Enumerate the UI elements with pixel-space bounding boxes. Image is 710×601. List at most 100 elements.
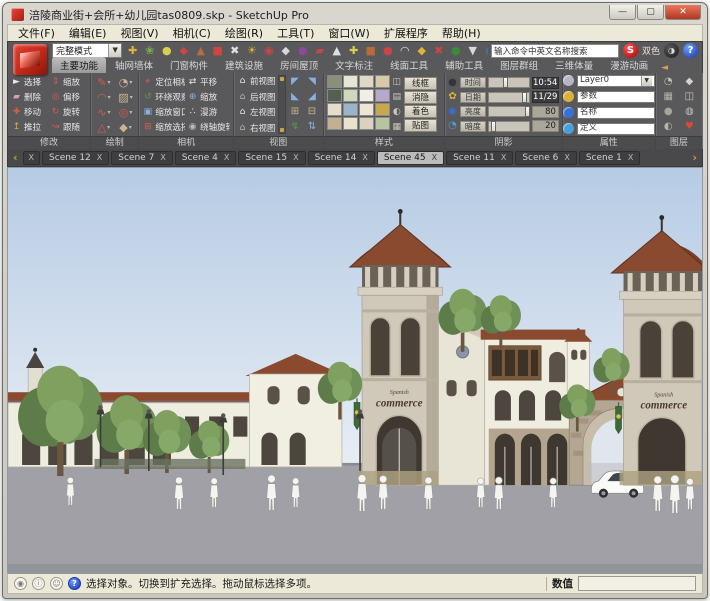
polygon-tool[interactable]: △▾ <box>94 120 114 134</box>
style-thumb[interactable] <box>375 117 390 130</box>
name-field[interactable]: 名称 <box>577 107 655 119</box>
iso-view-icon[interactable]: ◤ <box>288 75 303 89</box>
back-view-button[interactable]: ⌂后视图 <box>237 91 276 103</box>
maximize-button[interactable]: ▢ <box>637 5 664 20</box>
menu-draw[interactable]: 绘图(R) <box>219 24 269 42</box>
edges-icon[interactable]: ▤ <box>393 91 402 103</box>
close-icon[interactable]: X <box>564 153 569 162</box>
menu-file[interactable]: 文件(F) <box>12 24 61 42</box>
globe-icon[interactable]: ◉ <box>448 105 457 119</box>
rotate-tool[interactable]: ↻旋转 <box>50 105 87 119</box>
walk-tool[interactable]: ∴漫游 <box>187 105 230 119</box>
ribbon-tab-building-facilities[interactable]: 建筑设施 <box>217 57 271 73</box>
quick-icon[interactable]: ◆ <box>414 43 429 58</box>
style-thumb[interactable] <box>343 75 358 88</box>
menu-extensions[interactable]: 扩展程序 <box>378 24 434 42</box>
style-thumb[interactable] <box>375 89 390 102</box>
tab-overflow-icon[interactable]: ◄ <box>657 63 672 73</box>
slider-handle[interactable] <box>491 121 496 132</box>
close-icon[interactable]: X <box>29 153 34 162</box>
layer-tool-icon[interactable]: ▦ <box>659 90 678 104</box>
ribbon-tab-layers-groups[interactable]: 图层群组 <box>492 57 546 73</box>
select-tool[interactable]: ►选择 <box>11 75 48 89</box>
measurements-input[interactable] <box>578 576 696 591</box>
layer-tool-icon[interactable]: ◐ <box>659 120 678 134</box>
menu-edit[interactable]: 编辑(E) <box>63 24 113 42</box>
scene-tab[interactable]: Scene 14X <box>308 151 375 165</box>
scene-tab[interactable]: Scene 6X <box>515 151 577 165</box>
menu-tools[interactable]: 工具(T) <box>271 24 320 42</box>
command-search-input[interactable] <box>491 44 619 58</box>
close-icon[interactable]: X <box>501 153 506 162</box>
view-strip[interactable] <box>278 75 286 134</box>
section-icon[interactable]: ◫ <box>393 76 402 88</box>
help-icon[interactable]: ? <box>68 577 81 590</box>
title-bar[interactable]: 涪陵商业街+会所+幼儿园tas0809.skp - SketchUp Pro —… <box>7 3 703 24</box>
quick-icon[interactable]: ◆ <box>176 43 191 58</box>
ribbon-tab-grid-walls[interactable]: 轴网墙体 <box>107 57 161 73</box>
menu-help[interactable]: 帮助(H) <box>436 24 487 42</box>
minimize-button[interactable]: — <box>609 5 636 20</box>
followme-tool[interactable]: ↝跟随 <box>50 120 87 134</box>
left-view-button[interactable]: ⌂左视图 <box>237 106 276 118</box>
layer-tool-icon[interactable]: ◍ <box>680 105 699 119</box>
front-view-button[interactable]: ⌂前视图 <box>237 75 276 87</box>
iso-view-icon[interactable]: ◢ <box>305 90 320 104</box>
style-thumb[interactable] <box>327 103 342 116</box>
quick-icon[interactable]: ▲ <box>193 43 208 58</box>
ribbon-tab-helper-tools[interactable]: 辅助工具 <box>437 57 491 73</box>
style-thumb[interactable] <box>327 89 342 102</box>
quick-icon[interactable]: ■ <box>210 43 225 58</box>
quick-icon[interactable]: ✖ <box>431 43 446 58</box>
quick-icon[interactable]: ✚ <box>346 43 361 58</box>
ribbon-tab-doors-windows[interactable]: 门窗构件 <box>162 57 216 73</box>
sun-icon[interactable]: ✿ <box>448 90 457 104</box>
style-thumb[interactable] <box>359 117 374 130</box>
scene-tab-active[interactable]: Scene 45X <box>377 151 444 165</box>
quick-icon[interactable]: ■ <box>363 43 378 58</box>
ribbon-tab-walkthrough[interactable]: 漫游动画 <box>602 57 656 73</box>
shape-tool[interactable]: ◔▾ <box>116 75 136 89</box>
hatch-tool[interactable]: ▨▾ <box>116 90 136 104</box>
wireframe-button[interactable]: 线框 <box>404 77 437 90</box>
close-icon[interactable]: X <box>224 153 229 162</box>
shadow-toggle-icon[interactable]: ● <box>448 76 457 90</box>
arc-tool[interactable]: ◠▾ <box>94 90 114 104</box>
iso-view-icon[interactable]: ◣ <box>288 90 303 104</box>
move-tool[interactable]: ✚移动 <box>11 105 48 119</box>
sector-tool[interactable]: ◆▾ <box>116 120 136 134</box>
scene-tab[interactable]: Scene 11X <box>446 151 513 165</box>
quick-icon[interactable]: ❀ <box>142 43 157 58</box>
zoom-window-tool[interactable]: ▣缩放窗口 <box>142 105 185 119</box>
pushpull-tool[interactable]: ↥推拉 <box>11 120 48 134</box>
close-icon[interactable]: X <box>293 153 298 162</box>
slider-handle[interactable] <box>503 77 508 88</box>
style-thumb[interactable] <box>375 75 390 88</box>
style-thumb[interactable] <box>375 103 390 116</box>
layer-tool-icon[interactable]: ● <box>659 105 678 119</box>
scene-scroll-right-icon[interactable]: › <box>689 151 700 164</box>
layer-tool-icon[interactable]: ◔ <box>659 75 678 89</box>
chevron-down-icon[interactable]: ▼ <box>641 76 652 86</box>
scene-tab[interactable]: Scene 12X <box>42 151 109 165</box>
ribbon-tab-text-annotation[interactable]: 文字标注 <box>327 57 381 73</box>
offset-tool[interactable]: ◎偏移 <box>50 90 87 104</box>
parameter-field[interactable]: 参数 <box>577 91 655 103</box>
scene-tab[interactable]: Scene 1X <box>579 151 641 165</box>
credits-icon[interactable]: ⓘ <box>32 577 45 590</box>
ribbon-tab-rooms-roof[interactable]: 房间屋顶 <box>272 57 326 73</box>
close-icon[interactable]: X <box>97 153 102 162</box>
quick-icon[interactable]: ✚ <box>125 43 140 58</box>
style-thumb[interactable] <box>343 117 358 130</box>
scene-scroll-left-icon[interactable]: ‹ <box>10 151 21 164</box>
quick-icon[interactable]: ◆ <box>278 43 293 58</box>
axes-icon[interactable]: ↯ <box>288 120 303 134</box>
layer-tool-icon[interactable]: ◫ <box>680 90 699 104</box>
close-icon[interactable]: X <box>432 153 437 162</box>
perspective-icon[interactable]: ⇅ <box>305 120 320 134</box>
ribbon-tab-main[interactable]: 主要功能 <box>52 57 106 73</box>
quick-icon[interactable]: ▼ <box>465 43 480 58</box>
menu-window[interactable]: 窗口(W) <box>322 24 375 42</box>
dark-slider[interactable] <box>488 121 530 132</box>
suapp-logo-icon[interactable] <box>13 44 47 75</box>
